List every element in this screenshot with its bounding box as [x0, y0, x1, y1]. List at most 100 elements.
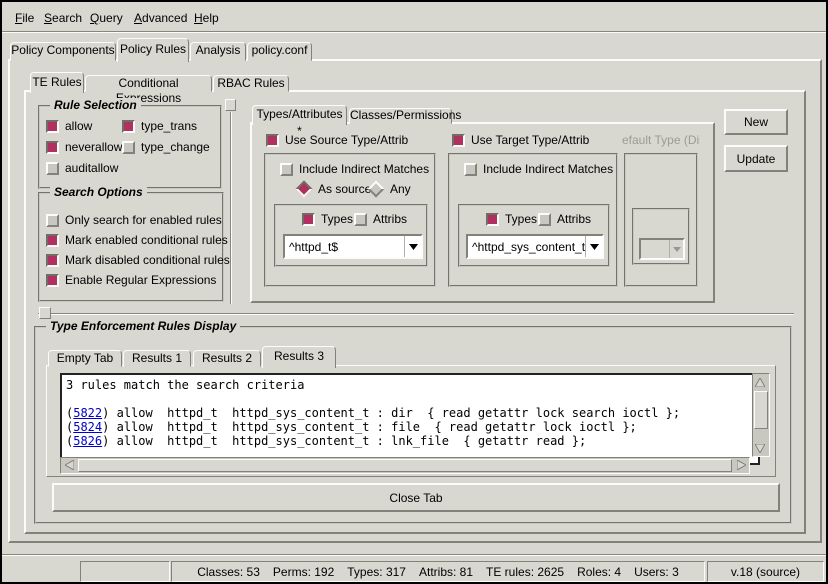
checkbox-indicator: [46, 141, 59, 154]
statusbar-stats: Classes: 53 Perms: 192 Types: 317 Attrib…: [171, 561, 705, 582]
rule-line: (5824) allow httpd_t httpd_sys_content_t…: [66, 420, 754, 434]
checkbox-source-types[interactable]: Types: [302, 212, 353, 226]
rule-line: (5826) allow httpd_t httpd_sys_content_t…: [66, 434, 754, 448]
horizontal-sash-handle[interactable]: [39, 307, 51, 319]
tab-results-3[interactable]: Results 3: [262, 346, 336, 368]
rule-selection-title: Rule Selection: [50, 98, 141, 112]
checkbox-allow[interactable]: allow: [46, 119, 92, 133]
stat-classes: Classes: 53: [197, 565, 260, 579]
rule-number-link[interactable]: 5824: [73, 420, 102, 434]
dropdown-arrow-icon[interactable]: [404, 236, 421, 257]
radio-as-source[interactable]: As source: [296, 182, 371, 196]
checkbox-indicator: [464, 163, 477, 176]
dropdown-arrow-icon: [669, 240, 683, 258]
checkbox-auditallow[interactable]: auditallow: [46, 161, 118, 175]
checkbox-type-trans[interactable]: type_trans: [122, 119, 197, 133]
checkbox-mark-enabled-conditional[interactable]: Mark enabled conditional rules: [46, 233, 228, 247]
radio-any[interactable]: Any: [368, 182, 411, 196]
tab-conditional-expressions[interactable]: Conditional Expressions: [85, 75, 212, 92]
menu-bar: File Search Query Advanced Help: [2, 2, 826, 30]
app-window: File Search Query Advanced Help Policy C…: [0, 0, 828, 584]
vertical-sash-handle[interactable]: [225, 99, 236, 111]
checkbox-target-attribs[interactable]: Attribs: [538, 212, 591, 226]
checkbox-use-source-type[interactable]: Use Source Type/Attrib: [266, 133, 408, 147]
menu-advanced[interactable]: Advanced: [134, 11, 187, 25]
blank-line: [66, 392, 754, 406]
rule-number-link[interactable]: 5822: [73, 406, 102, 420]
checkbox-use-target-type[interactable]: Use Target Type/Attrib: [452, 133, 589, 147]
checkbox-indicator: [122, 141, 135, 154]
default-type-label: efault Type (Disa: [622, 133, 700, 147]
radio-indicator: [296, 181, 313, 198]
source-type-combo[interactable]: ^httpd_t$: [283, 234, 423, 259]
scroll-right-arrow-icon[interactable]: [733, 458, 749, 471]
statusbar-version: v.18 (source): [707, 561, 824, 582]
checkbox-indicator: [46, 234, 59, 247]
checkbox-indicator: [486, 213, 499, 226]
checkbox-indicator: [46, 274, 59, 287]
results-text-area[interactable]: 3 rules match the search criteria (5822)…: [60, 373, 760, 465]
default-type-combo: [639, 238, 685, 260]
scroll-down-arrow-icon[interactable]: [753, 440, 767, 456]
scrollbar-thumb[interactable]: [78, 459, 732, 472]
stat-types: Types: 317: [347, 565, 406, 579]
tab-rbac-rules[interactable]: RBAC Rules: [213, 75, 289, 92]
checkbox-source-indirect[interactable]: Include Indirect Matches: [280, 162, 429, 176]
te-rules-display-title: Type Enforcement Rules Display: [46, 319, 240, 333]
close-tab-button[interactable]: Close Tab: [52, 483, 780, 512]
checkbox-indicator: [46, 254, 59, 267]
checkbox-target-types[interactable]: Types: [486, 212, 537, 226]
tab-te-rules[interactable]: TE Rules: [30, 72, 84, 93]
stat-perms: Perms: 192: [273, 565, 334, 579]
menu-separator: [2, 31, 826, 33]
menu-help[interactable]: Help: [194, 11, 219, 25]
horizontal-sash-line: [38, 313, 794, 315]
stat-roles: Roles: 4: [577, 565, 621, 579]
menu-query[interactable]: Query: [90, 11, 123, 25]
statusbar-empty-box: [80, 561, 170, 582]
scroll-up-arrow-icon[interactable]: [753, 374, 767, 390]
checkbox-indicator: [266, 134, 279, 147]
scroll-left-arrow-icon[interactable]: [61, 458, 77, 471]
menu-search[interactable]: Search: [44, 11, 82, 25]
checkbox-source-attribs[interactable]: Attribs: [354, 212, 407, 226]
checkbox-mark-disabled-conditional[interactable]: Mark disabled conditional rules: [46, 253, 230, 267]
tab-results-1[interactable]: Results 1: [123, 350, 191, 367]
checkbox-indicator: [538, 213, 551, 226]
checkbox-indicator: [46, 120, 59, 133]
rule-line: (5822) allow httpd_t httpd_sys_content_t…: [66, 406, 754, 420]
checkbox-indicator: [46, 162, 59, 175]
results-summary: 3 rules match the search criteria: [66, 378, 754, 392]
checkbox-indicator: [280, 163, 293, 176]
results-horizontal-scrollbar[interactable]: [60, 457, 750, 474]
checkbox-target-indirect[interactable]: Include Indirect Matches: [464, 162, 613, 176]
stat-attribs: Attribs: 81: [419, 565, 473, 579]
tab-policy-components[interactable]: Policy Components: [10, 42, 116, 61]
stat-users: Users: 3: [634, 565, 679, 579]
tab-results-2[interactable]: Results 2: [193, 350, 261, 367]
checkbox-type-change[interactable]: type_change: [122, 140, 210, 154]
checkbox-indicator: [46, 214, 59, 227]
rule-number-link[interactable]: 5826: [73, 434, 102, 448]
scrollbar-thumb[interactable]: [754, 391, 768, 429]
target-type-combo[interactable]: ^httpd_sys_content_t$: [466, 234, 604, 259]
tab-empty-tab[interactable]: Empty Tab: [48, 350, 122, 367]
results-vertical-scrollbar[interactable]: [752, 373, 770, 457]
checkbox-only-enabled-rules[interactable]: Only search for enabled rules: [46, 213, 222, 227]
version-label: v.18 (source): [731, 565, 800, 579]
tab-types-attributes[interactable]: Types/Attributes *: [252, 105, 347, 125]
checkbox-indicator: [122, 120, 135, 133]
tab-policy-conf[interactable]: policy.conf: [247, 42, 312, 61]
checkbox-enable-regex[interactable]: Enable Regular Expressions: [46, 273, 216, 287]
vertical-sash-line: [230, 112, 232, 304]
checkbox-indicator: [302, 213, 315, 226]
new-button[interactable]: New: [724, 109, 788, 135]
tab-policy-rules[interactable]: Policy Rules: [117, 38, 189, 62]
menu-file[interactable]: File: [15, 11, 34, 25]
stat-te-rules: TE rules: 2625: [486, 565, 564, 579]
dropdown-arrow-icon[interactable]: [585, 236, 602, 257]
update-button[interactable]: Update: [724, 145, 788, 172]
tab-classes-permissions[interactable]: Classes/Permissions: [349, 108, 452, 124]
tab-analysis[interactable]: Analysis: [190, 42, 246, 61]
checkbox-neverallow[interactable]: neverallow: [46, 140, 122, 154]
